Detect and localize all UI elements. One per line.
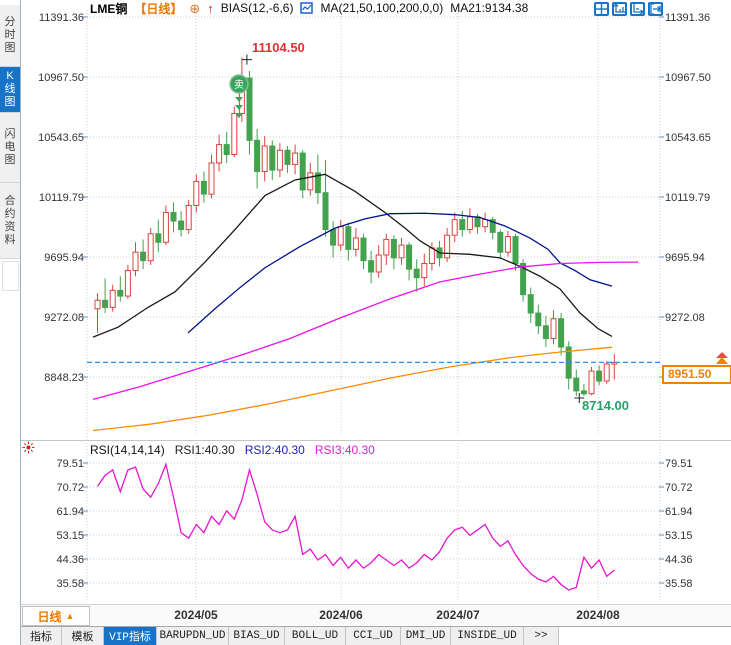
chart-type-sidebar: 分时图 K线图 闪电图 合约资料 xyxy=(0,0,21,645)
rsi2-value: RSI2:40.30 xyxy=(244,443,305,457)
svg-text:11391.36: 11391.36 xyxy=(39,12,84,24)
sidebar-item-time-chart[interactable]: 分时图 xyxy=(0,5,20,67)
svg-text:35.58: 35.58 xyxy=(665,578,693,590)
rsi-indicator-chart[interactable]: 79.51 79.51 70.72 70.72 61.94 61.94 53.15 53.15… xyxy=(21,441,731,604)
timeframe-label: 【日线】 xyxy=(134,1,183,16)
svg-text:70.72: 70.72 xyxy=(665,482,693,494)
svg-text:9272.08: 9272.08 xyxy=(44,312,84,324)
circle-plus-icon[interactable]: ⊕ xyxy=(189,2,200,15)
indicator-tab-vip[interactable]: VIP指标 xyxy=(104,627,157,645)
price-up-arrow-icon xyxy=(716,352,728,364)
pan-right-icon[interactable] xyxy=(648,2,663,16)
indicator-tab-[interactable]: >> xyxy=(524,627,559,645)
indicator-tab-biasud[interactable]: BIAS_UD xyxy=(229,627,285,645)
sidebar-item-label: 闪电图 xyxy=(4,128,16,166)
svg-text:44.36: 44.36 xyxy=(665,554,693,566)
ma21-value: MA21:9134.38 xyxy=(450,1,529,15)
indicator-tab-barupdnud[interactable]: BARUPDN_UD xyxy=(157,627,229,645)
ma-line-MA50 xyxy=(187,212,613,334)
high-price-annotation: 11104.50 xyxy=(252,40,305,55)
indicator-tab-cciud[interactable]: CCI_UD xyxy=(346,627,401,645)
trading-app-window: 分时图 K线图 闪电图 合约资料 11391.36 11391.36 10967.5… xyxy=(0,0,731,645)
sidebar-item-lightning-chart[interactable]: 闪电图 xyxy=(0,113,20,183)
indicator-tab-insideud[interactable]: INSIDE_UD xyxy=(451,627,524,645)
svg-text:10967.50: 10967.50 xyxy=(38,72,84,84)
svg-text:8848.23: 8848.23 xyxy=(44,372,84,384)
rsi-line xyxy=(96,462,615,591)
svg-text:61.94: 61.94 xyxy=(56,506,84,518)
red-up-arrow-icon[interactable]: ↑ xyxy=(207,2,214,15)
svg-text:卖: 卖 xyxy=(234,79,244,91)
chart-toolbar xyxy=(594,2,663,16)
x-axis-month-label: 2024/07 xyxy=(436,608,480,622)
panel-divider[interactable] xyxy=(21,440,731,441)
dropdown-arrow-icon: ▲ xyxy=(65,611,75,621)
svg-text:9695.94: 9695.94 xyxy=(44,252,84,264)
svg-text:53.15: 53.15 xyxy=(56,530,84,542)
indicator-tab-bar: 指标 模板 VIP指标 BARUPDN_UD BIAS_UD BOLL_UD CCI_UD D… xyxy=(21,626,731,645)
ma-line-MA200 xyxy=(92,346,613,432)
sidebar-item-label: K线图 xyxy=(4,70,16,108)
svg-text:61.94: 61.94 xyxy=(665,506,693,518)
rsi-header: RSI(14,14,14) RSI1:40.30 RSI2:40.30 RSI3… xyxy=(90,443,375,457)
indicator-tab-[interactable]: 模板 xyxy=(62,627,104,645)
svg-text:10967.50: 10967.50 xyxy=(665,72,711,84)
sidebar-item-kline-chart[interactable]: K线图 xyxy=(0,67,20,113)
svg-text:10119.79: 10119.79 xyxy=(39,192,84,204)
current-price-tag: 8951.50 xyxy=(662,365,731,384)
svg-text:70.72: 70.72 xyxy=(56,482,84,494)
sidebar-item-contract-info[interactable]: 合约资料 xyxy=(0,183,20,259)
rsi3-value: RSI3:40.30 xyxy=(314,443,375,457)
x-axis-month-label: 2024/06 xyxy=(319,608,363,622)
indicator-settings-icon[interactable] xyxy=(22,441,35,454)
svg-text:79.51: 79.51 xyxy=(665,458,693,470)
main-price-chart[interactable]: 11391.36 11391.36 10967.50 10967.50 10543.65… xyxy=(21,0,731,441)
svg-text:10119.79: 10119.79 xyxy=(665,192,710,204)
indicator-tab-dmiud[interactable]: DMI_UD xyxy=(401,627,451,645)
scale-x-axis-icon[interactable] xyxy=(630,2,645,16)
svg-text:9272.08: 9272.08 xyxy=(665,312,705,324)
ma-indicator-label: MA(21,50,100,200,0,0) xyxy=(320,1,444,15)
indicator-tab-[interactable]: 指标 xyxy=(21,627,62,645)
svg-text:11391.36: 11391.36 xyxy=(665,12,710,24)
candles xyxy=(94,57,618,396)
indicator-tab-bollud[interactable]: BOLL_UD xyxy=(285,627,346,645)
chart-header: LME铜 【日线】 ⊕ ↑ BIAS(12,-6,6) MA(21,50,100… xyxy=(90,0,528,16)
svg-text:10543.65: 10543.65 xyxy=(38,132,84,144)
rsi-indicator-name: RSI(14,14,14) xyxy=(90,443,165,457)
svg-text:79.51: 79.51 xyxy=(56,458,84,470)
scale-y-axis-icon[interactable] xyxy=(612,2,627,16)
timeframe-selector[interactable]: 日线 ▲ xyxy=(22,606,90,626)
time-axis-row: 日线 ▲ 2024/05 2024/06 2024/07 2024/08 xyxy=(21,604,731,626)
rsi1-value: RSI1:40.30 xyxy=(174,443,235,457)
sidebar-item-label: 合约资料 xyxy=(4,194,16,246)
x-axis-month-label: 2024/05 xyxy=(174,608,218,622)
instrument-name: LME铜 xyxy=(90,1,128,16)
svg-text:53.15: 53.15 xyxy=(665,530,693,542)
svg-text:44.36: 44.36 xyxy=(56,554,84,566)
timeframe-value: 日线 xyxy=(37,609,62,624)
bias-indicator-label: BIAS(12,-6,6) xyxy=(220,1,294,15)
move-crosshair-icon[interactable] xyxy=(594,2,609,16)
low-price-annotation: 8714.00 xyxy=(582,398,629,413)
sidebar-item-label: 分时图 xyxy=(4,16,16,54)
svg-text:9695.94: 9695.94 xyxy=(665,252,705,264)
svg-text:35.58: 35.58 xyxy=(56,578,84,590)
line-chart-icon xyxy=(300,2,314,14)
x-axis-month-label: 2024/08 xyxy=(576,608,620,622)
sidebar-scroll-area xyxy=(1,261,19,291)
svg-text:10543.65: 10543.65 xyxy=(665,132,711,144)
